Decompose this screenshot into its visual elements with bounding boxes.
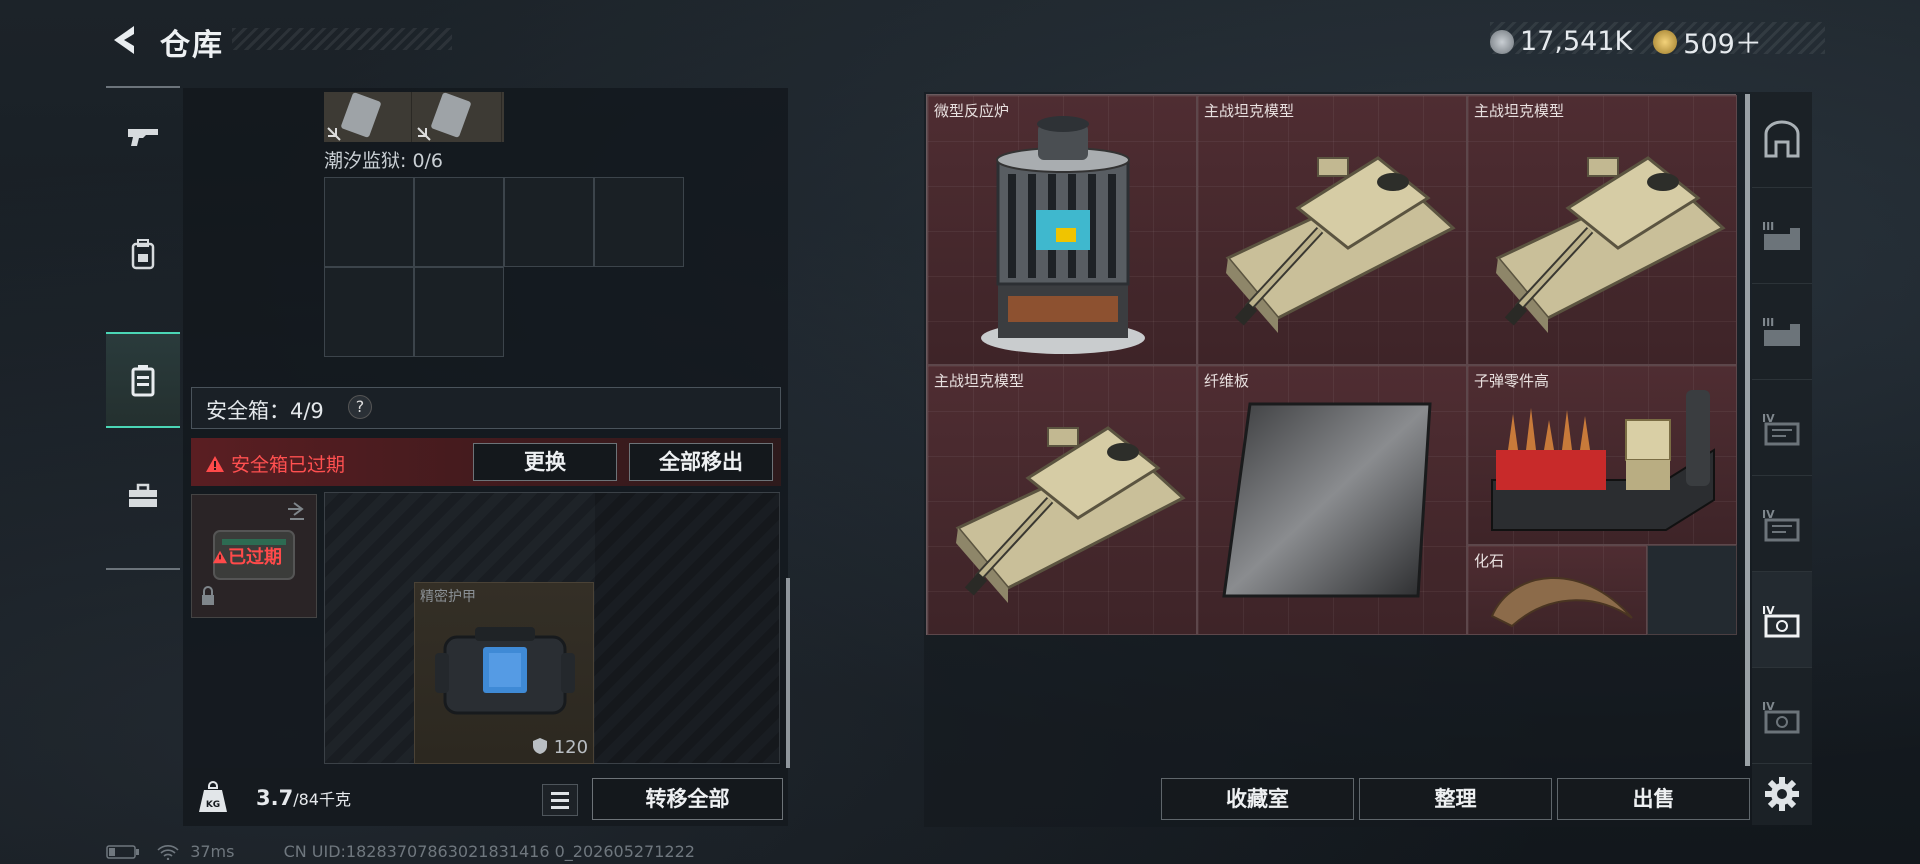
svg-text:KG: KG	[206, 800, 220, 810]
page-title: 仓库	[160, 28, 224, 63]
remove-all-button[interactable]: 全部移出	[629, 443, 773, 481]
item-cell-bullet-parts[interactable]: 子弹零件高	[1467, 365, 1737, 545]
tab-tier4-safe-active[interactable]: IV	[1752, 572, 1812, 668]
empty-slot-area[interactable]	[595, 493, 780, 763]
tab-tier4-a[interactable]: IV	[1752, 380, 1812, 476]
list-view-icon[interactable]	[542, 784, 578, 816]
grid-slot[interactable]	[324, 267, 414, 357]
left-category-nav	[106, 86, 180, 570]
nav-safe-box[interactable]	[106, 332, 180, 428]
card-icon	[327, 92, 381, 141]
currency-gold-value[interactable]: 509＋	[1683, 29, 1762, 60]
settings-button[interactable]	[1752, 764, 1812, 824]
tab-tier3-b[interactable]: III	[1752, 284, 1812, 380]
uid-text: CN UID:18283707863021831416 0_2026052712…	[283, 842, 695, 861]
settings-icon	[1765, 777, 1799, 811]
weight-kg-icon: KG	[199, 781, 227, 812]
weight-current: 3.7	[256, 786, 294, 810]
wifi-icon	[157, 845, 179, 861]
collection-room-button[interactable]: 收藏室	[1161, 778, 1354, 820]
grid-slot[interactable]	[414, 177, 504, 267]
grid-slot[interactable]	[324, 177, 414, 267]
warning-icon	[213, 550, 227, 564]
currency-bar: 17,541K 509＋	[1490, 22, 1825, 60]
tab-tier3-a[interactable]: III	[1752, 188, 1812, 284]
tier3-container-icon: III	[1762, 220, 1800, 250]
home-icon	[1764, 120, 1800, 157]
tier3-container-icon: III	[1762, 316, 1800, 346]
svg-text:III: III	[1762, 220, 1774, 233]
status-bar: 37ms CN UID:18283707863021831416 0_20260…	[106, 842, 695, 861]
nav-weapons[interactable]	[106, 88, 180, 184]
silver-coin-icon	[1490, 29, 1514, 54]
tab-home[interactable]	[1752, 92, 1812, 188]
sell-button[interactable]: 出售	[1557, 778, 1750, 820]
card-icon	[417, 92, 471, 141]
bullet-parts-icon	[1491, 390, 1715, 531]
tide-prison-grid	[324, 177, 684, 357]
tank-icon	[1225, 156, 1456, 333]
title-decoration	[232, 28, 452, 50]
safe-box-icon	[131, 365, 155, 397]
battery-icon	[106, 845, 139, 859]
storage-scrollbar[interactable]	[1745, 94, 1750, 766]
tab-tier4-b[interactable]: IV	[1752, 476, 1812, 572]
svg-text:III: III	[1762, 316, 1774, 329]
transfer-all-button[interactable]: 转移全部	[592, 778, 783, 820]
fossil-icon	[1490, 576, 1633, 628]
back-arrow-icon[interactable]	[106, 22, 142, 58]
gold-coin-icon	[1653, 29, 1678, 54]
item-cell-tank[interactable]: 主战坦克模型	[1467, 95, 1737, 365]
fiber-board-icon	[1222, 402, 1432, 598]
case-expired-text: 已过期	[228, 547, 282, 568]
storage-item-grid: 微型反应炉 主战坦克模型 主战坦克模型 主战坦克模型 纤维板 子弹零件高 化石	[926, 94, 1737, 635]
toolbox-icon	[129, 483, 157, 507]
armor-durability-value: 120	[553, 737, 589, 758]
tank-icon	[1495, 156, 1726, 333]
case-expired-label: 已过期	[212, 543, 282, 569]
weight-readout: 3.7/84千克	[256, 786, 351, 810]
tier4-safe-icon: IV	[1762, 700, 1800, 733]
tide-prison-label: 潮汐监狱: 0/6	[324, 150, 444, 172]
ping-value: 37ms	[190, 842, 235, 861]
tide-prison-slots	[324, 92, 504, 142]
tier4-safe-icon: IV	[1762, 604, 1800, 637]
nav-toolbox[interactable]	[106, 448, 180, 544]
tide-slot[interactable]	[414, 92, 502, 142]
tide-slot[interactable]	[324, 92, 412, 142]
backpack-icon	[131, 239, 155, 270]
currency-silver-value: 17,541K	[1520, 26, 1633, 57]
armor-name: 精密护甲	[420, 589, 476, 605]
empty-slot[interactable]	[1647, 545, 1737, 635]
expired-warning: 安全箱已过期	[205, 450, 345, 477]
item-cell-tank[interactable]: 主战坦克模型	[927, 365, 1197, 635]
item-cell-fossil[interactable]: 化石	[1467, 545, 1647, 635]
item-cell-fiber-board[interactable]: 纤维板	[1197, 365, 1467, 635]
warning-icon	[206, 456, 224, 472]
item-cell-reactor[interactable]: 微型反应炉	[927, 95, 1197, 365]
tank-icon	[955, 426, 1186, 603]
sort-button[interactable]: 整理	[1359, 778, 1552, 820]
tier4-container-icon: IV	[1762, 412, 1800, 445]
replace-button[interactable]: 更换	[473, 443, 617, 481]
storage-tabs-nav: III III IV IV IV IV	[1752, 92, 1812, 825]
help-icon[interactable]: ?	[348, 395, 372, 419]
tab-tier4-safe[interactable]: IV	[1752, 668, 1812, 764]
grid-slot[interactable]	[414, 267, 504, 357]
inventory-scrollbar[interactable]	[786, 578, 790, 768]
weight-max: /84千克	[293, 790, 351, 809]
item-name: 纤维板	[1204, 372, 1250, 390]
gun-icon	[128, 129, 158, 146]
safe-box-capacity: 安全箱：4/9	[206, 399, 324, 423]
reactor-icon	[981, 116, 1145, 354]
grid-slot[interactable]	[594, 177, 684, 267]
nav-backpack[interactable]	[106, 206, 180, 302]
shield-icon	[533, 738, 547, 754]
item-cell-tank[interactable]: 主战坦克模型	[1197, 95, 1467, 365]
tier4-container-icon: IV	[1762, 508, 1800, 541]
expired-warning-text: 安全箱已过期	[231, 454, 346, 476]
armor-durability: 120	[532, 737, 588, 758]
grid-slot[interactable]	[504, 177, 594, 267]
